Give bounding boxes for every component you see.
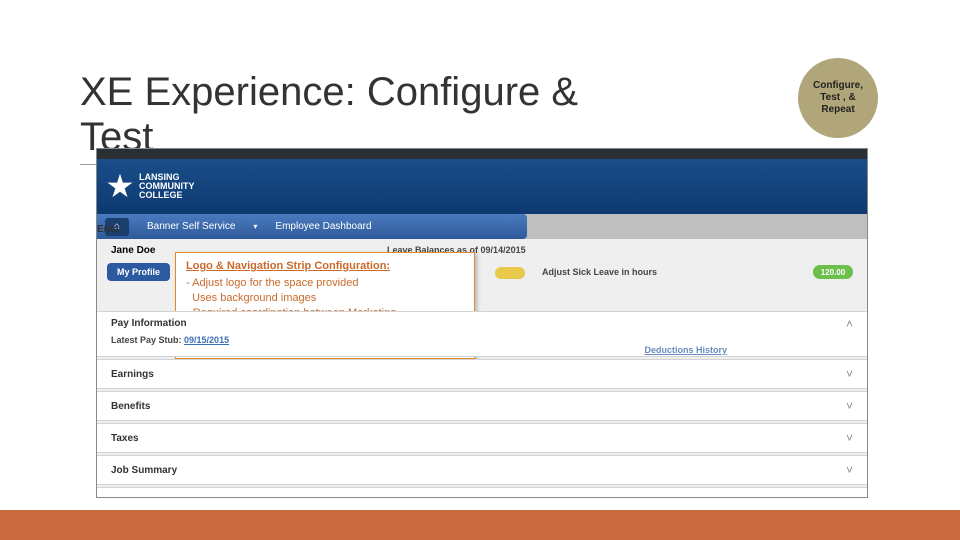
brand-l3: COLLEGE bbox=[139, 191, 195, 200]
benefits-label: Benefits bbox=[111, 401, 150, 412]
info-rows: Pay Information Latest Pay Stub: 09/15/2… bbox=[97, 311, 867, 498]
app-top-bar bbox=[97, 149, 867, 159]
emp-summary-label: Employee Summary bbox=[111, 497, 207, 499]
badge-line1: Configure, bbox=[813, 80, 863, 92]
chevron-down-icon: ˅ bbox=[846, 367, 853, 381]
cycle-badge: Configure, Test , & Repeat bbox=[798, 58, 878, 138]
latest-pay-stub: Latest Pay Stub: 09/15/2015 bbox=[111, 335, 853, 345]
callout-l2: Uses background images bbox=[186, 291, 464, 306]
taxes-label: Taxes bbox=[111, 433, 139, 444]
institution-logo: LANSING COMMUNITY COLLEGE bbox=[107, 173, 195, 200]
leave-pill-green: 120.00 bbox=[813, 265, 853, 279]
earnings-label: Earnings bbox=[111, 369, 154, 380]
user-name: Jane Doe bbox=[111, 245, 155, 256]
row-employee-summary[interactable]: Employee Summary ˅ bbox=[97, 487, 867, 498]
crumb-employee-dashboard[interactable]: Employee Dashboard bbox=[265, 219, 381, 234]
badge-line3: Repeat bbox=[813, 104, 863, 116]
row-job-summary[interactable]: Job Summary ˅ bbox=[97, 455, 867, 485]
job-summary-label: Job Summary bbox=[111, 465, 177, 476]
brand-strip: LANSING COMMUNITY COLLEGE bbox=[97, 159, 867, 214]
pay-sub-prefix: Latest Pay Stub: bbox=[111, 335, 182, 345]
crumb-self-service[interactable]: Banner Self Service bbox=[137, 219, 245, 234]
emp-prefix: Emp bbox=[96, 224, 132, 238]
leave-pill-yellow bbox=[495, 267, 525, 279]
chevron-down-icon: ˅ bbox=[846, 431, 853, 445]
slide-footer-bar bbox=[0, 510, 960, 540]
callout-title: Logo & Navigation Strip Configuration: bbox=[186, 259, 464, 274]
pay-title: Pay Information bbox=[111, 318, 853, 329]
institution-name: LANSING COMMUNITY COLLEGE bbox=[139, 173, 195, 200]
star-icon bbox=[107, 174, 133, 200]
deductions-history-link[interactable]: Deductions History bbox=[644, 345, 727, 355]
pay-stub-link[interactable]: 09/15/2015 bbox=[184, 335, 229, 345]
my-profile-button[interactable]: My Profile bbox=[107, 263, 170, 281]
chevron-up-icon: ˄ bbox=[846, 317, 853, 331]
breadcrumb: ⌂ Banner Self Service ▾ Employee Dashboa… bbox=[97, 214, 527, 239]
row-earnings[interactable]: Earnings ˅ bbox=[97, 359, 867, 389]
row-benefits[interactable]: Benefits ˅ bbox=[97, 391, 867, 421]
chevron-down-icon: ▾ bbox=[253, 222, 257, 231]
chevron-down-icon: ˅ bbox=[846, 495, 853, 498]
badge-line2: Test , & bbox=[813, 92, 863, 104]
row-taxes[interactable]: Taxes ˅ bbox=[97, 423, 867, 453]
row-pay-information[interactable]: Pay Information Latest Pay Stub: 09/15/2… bbox=[97, 311, 867, 357]
dashboard-content: Jane Doe Leave Balances as of 09/14/2015… bbox=[97, 239, 867, 497]
adjust-sick-leave-label: Adjust Sick Leave in hours bbox=[542, 267, 657, 277]
chevron-down-icon: ˅ bbox=[846, 463, 853, 477]
callout-l1: - Adjust logo for the space provided bbox=[186, 276, 464, 291]
chevron-down-icon: ˅ bbox=[846, 399, 853, 413]
app-screenshot: LANSING COMMUNITY COLLEGE ⌂ Banner Self … bbox=[96, 148, 868, 498]
